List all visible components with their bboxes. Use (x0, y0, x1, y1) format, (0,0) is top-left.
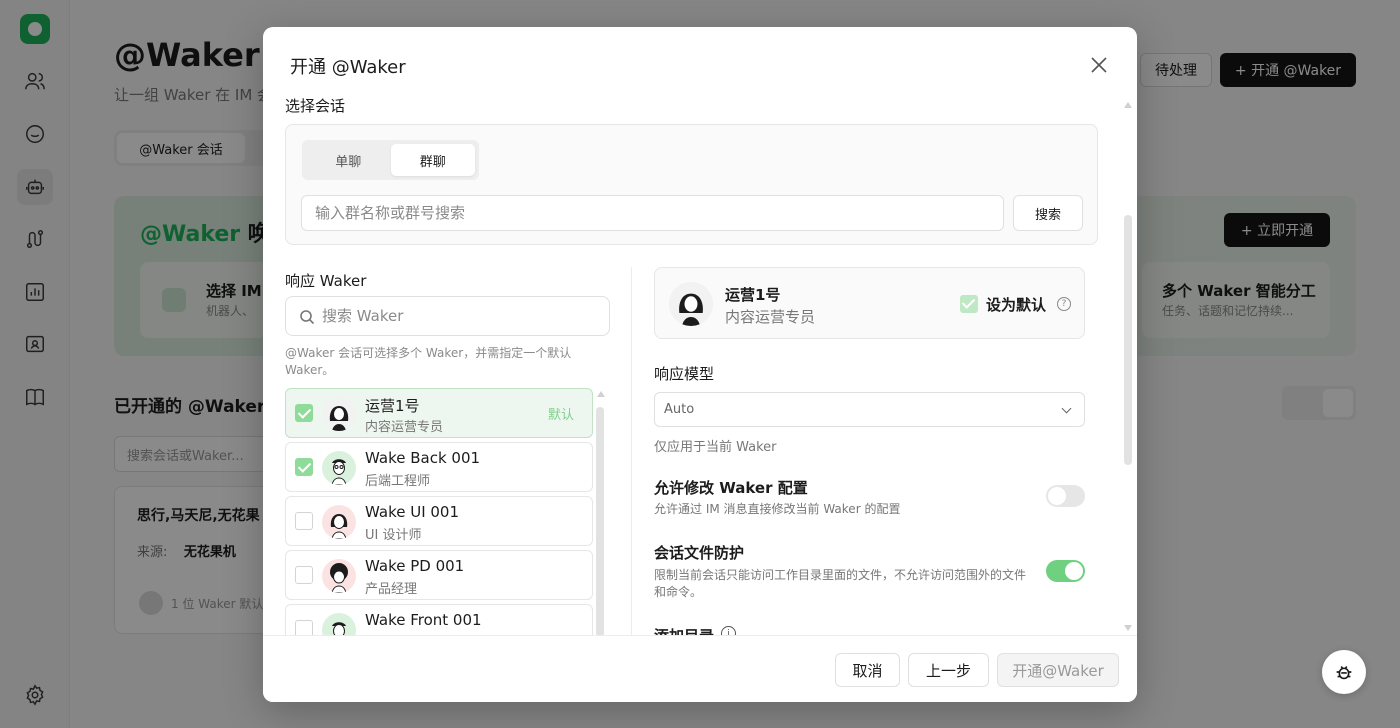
selected-waker-role: 内容运营专员 (725, 308, 816, 326)
set-default-checkbox[interactable] (960, 295, 978, 313)
allow-config-desc: 允许通过 IM 消息直接修改当前 Waker 的配置 (654, 502, 901, 516)
waker-checkbox[interactable] (295, 404, 313, 422)
submit-open-waker-button[interactable]: 开通@Waker (997, 653, 1119, 687)
avatar (322, 559, 356, 593)
set-default-label[interactable]: 设为默认 (986, 294, 1046, 315)
search-button[interactable]: 搜索 (1013, 195, 1083, 231)
waker-name: Wake PD 001 (365, 557, 465, 575)
close-button[interactable] (1089, 55, 1109, 75)
file-protect-desc: 限制当前会话只能访问工作目录里面的文件，不允许访问范围外的文件和命令。 (654, 568, 1027, 599)
dialog-title: 开通 @Waker (290, 57, 406, 78)
chevron-down-icon (1061, 403, 1072, 414)
prev-step-button[interactable]: 上一步 (908, 653, 989, 687)
group-search-input[interactable] (301, 195, 1004, 231)
waker-name: Wake Front 001 (365, 611, 482, 629)
default-badge: 默认 (547, 408, 574, 423)
avatar (669, 282, 713, 326)
waker-role: UI 设计师 (365, 528, 422, 543)
select-chat-label: 选择会话 (285, 97, 346, 115)
chat-type-segment: 单聊 群聊 (302, 140, 479, 180)
list-scrollbar[interactable] (596, 407, 604, 637)
chat-select-panel: 单聊 群聊 搜索 (285, 124, 1098, 245)
bug-icon (1336, 666, 1352, 680)
selected-waker-name: 运营1号 (725, 286, 781, 304)
list-item[interactable]: Wake PD 001 产品经理 (285, 550, 593, 600)
open-waker-dialog: 开通 @Waker 选择会话 单聊 群聊 搜索 响应 Waker @Waker … (263, 27, 1137, 702)
avatar (322, 451, 356, 485)
waker-search-box (285, 296, 610, 336)
cancel-button[interactable]: 取消 (835, 653, 900, 687)
waker-checkbox[interactable] (295, 458, 313, 476)
allow-config-toggle[interactable] (1046, 485, 1085, 507)
column-divider (631, 267, 632, 639)
avatar (322, 397, 356, 431)
waker-hint-text: @Waker 会话可选择多个 Waker，并需指定一个默认 Waker。 (285, 346, 572, 377)
segment-single-chat[interactable]: 单聊 (306, 144, 391, 176)
close-icon (1091, 57, 1107, 73)
scroll-down-arrow[interactable] (1124, 625, 1132, 631)
waker-role: 后端工程师 (365, 474, 431, 489)
dialog-scrollbar[interactable] (1124, 215, 1132, 465)
waker-list: 运营1号 内容运营专员 默认 Wake Back 001 后端工程师 Wake … (285, 388, 605, 636)
model-note: 仅应用于当前 Waker (654, 440, 777, 455)
waker-checkbox[interactable] (295, 566, 313, 584)
waker-checkbox[interactable] (295, 620, 313, 636)
allow-config-title: 允许修改 Waker 配置 (654, 479, 808, 497)
model-label: 响应模型 (654, 365, 715, 383)
waker-name: Wake UI 001 (365, 503, 460, 521)
bug-report-button[interactable] (1322, 650, 1366, 694)
file-protect-title: 会话文件防护 (654, 544, 745, 562)
list-item[interactable]: Wake Front 001 前端开发工程师 (285, 604, 593, 636)
waker-role: 内容运营专员 (365, 420, 444, 435)
model-value: Auto (664, 402, 695, 417)
help-icon[interactable]: ? (1057, 297, 1071, 311)
list-scroll-up-arrow[interactable] (597, 391, 605, 397)
dialog-footer: 取消 上一步 开通@Waker (263, 635, 1137, 702)
search-icon (300, 310, 315, 325)
selected-waker-card: 运营1号 内容运营专员 设为默认 ? (654, 267, 1085, 339)
list-item[interactable]: 运营1号 内容运营专员 默认 (285, 388, 593, 438)
waker-search-input[interactable] (322, 297, 602, 335)
avatar (322, 613, 356, 636)
file-protect-toggle[interactable] (1046, 560, 1085, 582)
waker-name: Wake Back 001 (365, 449, 481, 467)
waker-checkbox[interactable] (295, 512, 313, 530)
model-select[interactable]: Auto (654, 392, 1085, 427)
avatar (322, 505, 356, 539)
respond-waker-label: 响应 Waker (285, 272, 367, 290)
segment-group-chat[interactable]: 群聊 (390, 144, 475, 176)
waker-name: 运营1号 (365, 397, 420, 415)
waker-role: 产品经理 (365, 582, 418, 597)
list-item[interactable]: Wake Back 001 后端工程师 (285, 442, 593, 492)
list-item[interactable]: Wake UI 001 UI 设计师 (285, 496, 593, 546)
scroll-up-arrow[interactable] (1124, 102, 1132, 108)
